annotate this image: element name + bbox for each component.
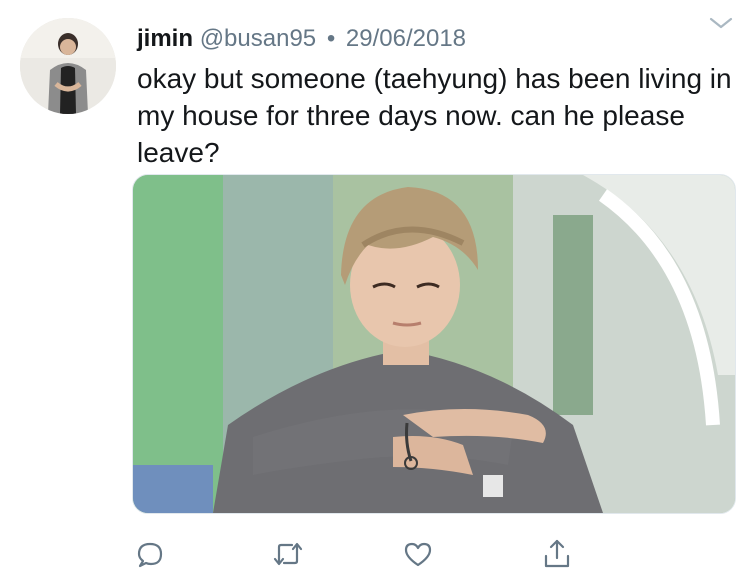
share-icon [542,538,572,570]
tweet-header: jimin @busan95 • 29/06/2018 [137,24,466,54]
tweet: jimin @busan95 • 29/06/2018 okay but som… [0,0,750,583]
separator-dot: • [326,25,336,52]
tweet-actions [0,534,750,574]
reply-button[interactable] [130,534,170,574]
retweet-button[interactable] [268,534,308,574]
tweet-media-image[interactable] [132,174,736,514]
reply-icon [135,539,165,569]
tweet-text: okay but someone (taehyung) has been liv… [137,63,732,168]
author-name[interactable]: jimin [137,25,193,52]
tweet-date[interactable]: 29/06/2018 [346,25,466,52]
avatar[interactable] [20,18,116,114]
heart-icon [402,539,434,569]
author-handle[interactable]: @busan95 [200,25,316,52]
chevron-down-icon[interactable] [707,14,735,32]
share-button[interactable] [537,534,577,574]
like-button[interactable] [398,534,438,574]
retweet-icon [272,539,304,569]
